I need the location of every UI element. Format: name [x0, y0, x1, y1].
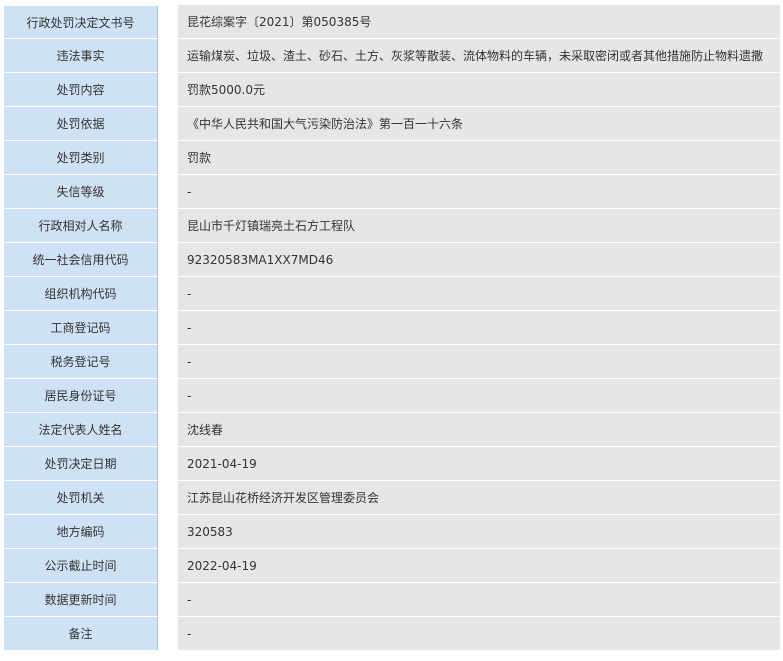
value-legal-rep: 沈线春 [178, 413, 780, 447]
label-legal-rep: 法定代表人姓名 [4, 413, 158, 447]
label-org-code: 组织机构代码 [4, 277, 158, 311]
row-counterpart-name: 行政相对人名称 昆山市千灯镇瑞亮土石方工程队 [4, 209, 780, 243]
label-business-reg: 工商登记码 [4, 311, 158, 345]
row-credit-level: 失信等级 - [4, 175, 780, 209]
row-id-number: 居民身份证号 - [4, 379, 780, 413]
label-penalty-category: 处罚类别 [4, 141, 158, 175]
value-credit-code: 92320583MA1XX7MD46 [178, 243, 780, 277]
row-org-code: 组织机构代码 - [4, 277, 780, 311]
value-tax-reg: - [178, 345, 780, 379]
label-penalty-content: 处罚内容 [4, 73, 158, 107]
label-credit-level: 失信等级 [4, 175, 158, 209]
value-region-code: 320583 [178, 515, 780, 549]
row-decision-date: 处罚决定日期 2021-04-19 [4, 447, 780, 481]
value-decision-number: 昆花综案字〔2021〕第050385号 [178, 5, 780, 39]
row-violation-facts: 违法事实 运输煤炭、垃圾、渣土、砂石、土方、灰浆等散装、流体物料的车辆，未采取密… [4, 39, 780, 73]
row-business-reg: 工商登记码 - [4, 311, 780, 345]
label-id-number: 居民身份证号 [4, 379, 158, 413]
row-data-update-time: 数据更新时间 - [4, 583, 780, 617]
label-credit-code: 统一社会信用代码 [4, 243, 158, 277]
row-credit-code: 统一社会信用代码 92320583MA1XX7MD46 [4, 243, 780, 277]
row-legal-rep: 法定代表人姓名 沈线春 [4, 413, 780, 447]
label-remarks: 备注 [4, 617, 158, 651]
label-penalty-basis: 处罚依据 [4, 107, 158, 141]
value-business-reg: - [178, 311, 780, 345]
value-penalty-category: 罚款 [178, 141, 780, 175]
row-penalty-category: 处罚类别 罚款 [4, 141, 780, 175]
label-violation-facts: 违法事实 [4, 39, 158, 73]
value-credit-level: - [178, 175, 780, 209]
value-counterpart-name: 昆山市千灯镇瑞亮土石方工程队 [178, 209, 780, 243]
value-id-number: - [178, 379, 780, 413]
label-decision-date: 处罚决定日期 [4, 447, 158, 481]
value-org-code: - [178, 277, 780, 311]
row-penalty-authority: 处罚机关 江苏昆山花桥经济开发区管理委员会 [4, 481, 780, 515]
value-penalty-basis: 《中华人民共和国大气污染防治法》第一百一十六条 [178, 107, 780, 141]
row-publicity-deadline: 公示截止时间 2022-04-19 [4, 549, 780, 583]
row-penalty-content: 处罚内容 罚款5000.0元 [4, 73, 780, 107]
row-remarks: 备注 - [4, 617, 780, 651]
value-publicity-deadline: 2022-04-19 [178, 549, 780, 583]
row-tax-reg: 税务登记号 - [4, 345, 780, 379]
label-publicity-deadline: 公示截止时间 [4, 549, 158, 583]
value-remarks: - [178, 617, 780, 651]
value-penalty-authority: 江苏昆山花桥经济开发区管理委员会 [178, 481, 780, 515]
label-counterpart-name: 行政相对人名称 [4, 209, 158, 243]
label-data-update-time: 数据更新时间 [4, 583, 158, 617]
label-tax-reg: 税务登记号 [4, 345, 158, 379]
row-decision-number: 行政处罚决定文书号 昆花综案字〔2021〕第050385号 [4, 5, 780, 39]
value-penalty-content: 罚款5000.0元 [178, 73, 780, 107]
row-penalty-basis: 处罚依据 《中华人民共和国大气污染防治法》第一百一十六条 [4, 107, 780, 141]
value-violation-facts: 运输煤炭、垃圾、渣土、砂石、土方、灰浆等散装、流体物料的车辆，未采取密闭或者其他… [178, 39, 780, 73]
label-region-code: 地方编码 [4, 515, 158, 549]
penalty-record-table: 行政处罚决定文书号 昆花综案字〔2021〕第050385号 违法事实 运输煤炭、… [4, 5, 780, 651]
row-region-code: 地方编码 320583 [4, 515, 780, 549]
value-data-update-time: - [178, 583, 780, 617]
label-penalty-authority: 处罚机关 [4, 481, 158, 515]
value-decision-date: 2021-04-19 [178, 447, 780, 481]
label-decision-number: 行政处罚决定文书号 [4, 5, 158, 39]
